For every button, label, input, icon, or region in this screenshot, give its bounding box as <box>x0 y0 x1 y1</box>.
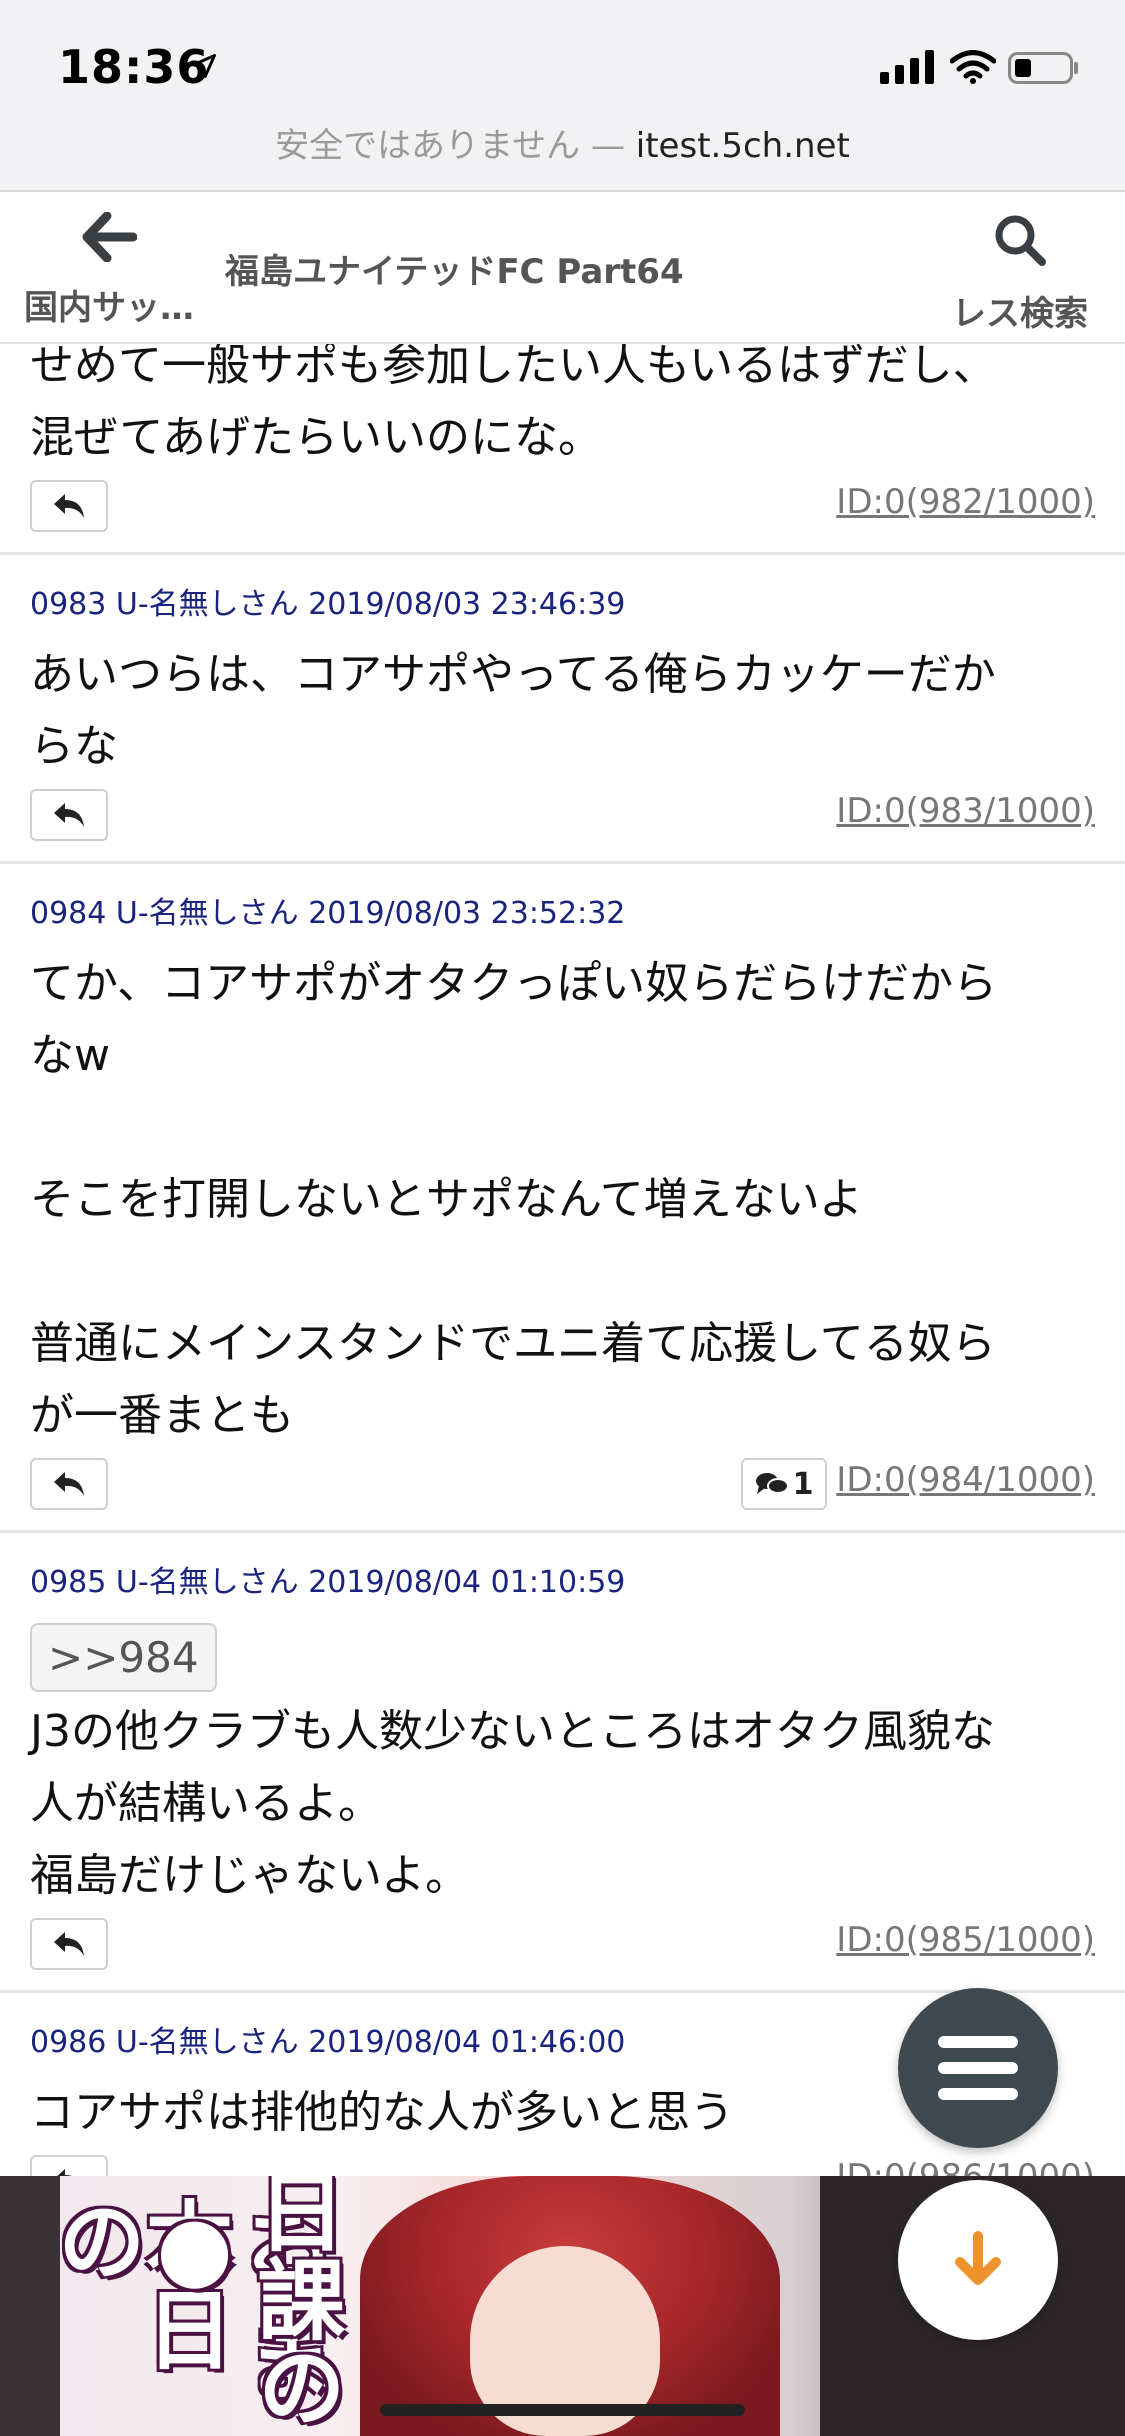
menu-line <box>938 2062 1018 2074</box>
menu-line <box>938 2088 1018 2100</box>
clock: 18:36 <box>58 40 210 94</box>
post-body: J3の他クラブも人数少ないところはオタク風貌な 人が結構いるよ。 福島だけじゃな… <box>30 1706 995 1901</box>
post-actions: ID:0(982/1000) <box>30 480 1095 552</box>
home-indicator[interactable] <box>380 2404 745 2416</box>
ad-title-col3: 日課の <box>243 2176 346 2430</box>
back-button[interactable]: 国内サッ… <box>14 211 204 329</box>
post-body: てか、コアサポがオタクっぽい奴らだらけだから なw そこを打開しないとサポなんて… <box>30 958 998 1441</box>
post-0985: 0985 U-名無しさん 2019/08/04 01:10:59 >>984 J… <box>0 1533 1125 1993</box>
ad-title: 本日の お ま● 日課の <box>40 2176 360 2436</box>
browser-status-bar: 18:36 安全ではありません — itest.5ch.net <box>0 0 1125 192</box>
post-actions: ID:0(985/1000) <box>30 1918 1095 1990</box>
post-0983: 0983 U-名無しさん 2019/08/03 23:46:39 あいつらは、コ… <box>0 555 1125 864</box>
post-id-link[interactable]: ID:0(983/1000) <box>836 791 1095 831</box>
url-host: itest.5ch.net <box>635 126 850 166</box>
post-body: あいつらは、コアサポやってる俺らカッケーだか らな <box>30 649 996 772</box>
address-bar[interactable]: 安全ではありません — itest.5ch.net <box>0 118 1125 167</box>
reply-count: 1 <box>792 1466 814 1502</box>
insecure-label: 安全ではありません — <box>275 126 636 166</box>
search-icon <box>995 215 1046 266</box>
reply-button[interactable] <box>30 789 108 841</box>
post-body: せめて一般サポも参加したい人もいるはずだし、 混ぜてあげたらいいのにな。 <box>30 340 997 463</box>
post-id-link[interactable]: ID:0(985/1000) <box>836 1920 1095 1960</box>
post-meta: 0983 U-名無しさん 2019/08/03 23:46:39 <box>30 587 626 622</box>
comments-icon <box>755 1473 789 1494</box>
arrow-down-icon <box>955 2231 1001 2285</box>
post-list: せめて一般サポも参加したい人もいるはずだし、 混ぜてあげたらいいのにな。 ID:… <box>0 330 1125 2230</box>
wifi-icon <box>950 50 996 84</box>
location-arrow-icon <box>192 54 216 78</box>
reply-button[interactable] <box>30 1458 108 1510</box>
scroll-down-fab-button[interactable] <box>898 2180 1058 2340</box>
post-id-link[interactable]: ID:0(984/1000) <box>836 1460 1095 1500</box>
post-meta: 0984 U-名無しさん 2019/08/03 23:52:32 <box>30 896 626 931</box>
reply-count-button[interactable]: 1 <box>741 1458 827 1510</box>
reply-icon <box>54 803 84 827</box>
post-actions: 1 ID:0(984/1000) <box>30 1458 1095 1530</box>
post-0982: せめて一般サポも参加したい人もいるはずだし、 混ぜてあげたらいいのにな。 ID:… <box>0 330 1125 555</box>
thread-title: 福島ユナイテッドFC Part64 <box>225 252 684 292</box>
post-0984: 0984 U-名無しさん 2019/08/03 23:52:32 てか、コアサポ… <box>0 864 1125 1533</box>
anchor-link[interactable]: >>984 <box>30 1623 217 1692</box>
post-actions: ID:0(983/1000) <box>30 789 1095 861</box>
battery-icon <box>1008 52 1078 84</box>
post-meta: 0985 U-名無しさん 2019/08/04 01:10:59 <box>30 1565 626 1600</box>
thread-navbar: 国内サッ… 福島ユナイテッドFC Part64 レス検索 <box>0 192 1125 344</box>
menu-fab-button[interactable] <box>898 1988 1058 2148</box>
reply-icon <box>54 1932 84 1956</box>
reply-button[interactable] <box>30 480 108 532</box>
arrow-left-icon <box>82 211 138 263</box>
reply-icon <box>54 494 84 518</box>
cellular-signal-icon <box>880 50 934 84</box>
back-label: 国内サッ… <box>24 288 194 328</box>
search-label: レス検索 <box>952 294 1088 334</box>
reply-button[interactable] <box>30 1918 108 1970</box>
reply-icon <box>54 1472 84 1496</box>
post-id-link[interactable]: ID:0(982/1000) <box>836 482 1095 522</box>
menu-line <box>938 2036 1018 2048</box>
res-search-button[interactable]: レス検索 <box>945 212 1095 335</box>
